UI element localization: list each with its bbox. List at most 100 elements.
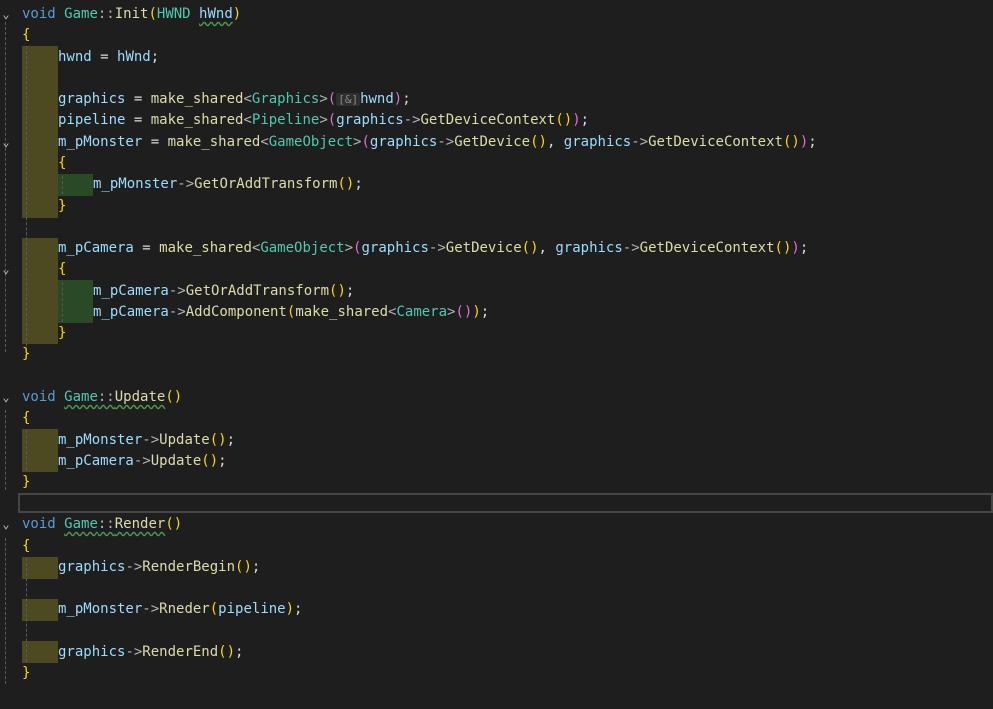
code-line[interactable]: m_pCamera->Update(); <box>0 451 993 472</box>
code-token: = <box>91 49 118 65</box>
code-token: Rneder <box>159 601 210 617</box>
code-text: void Game::Update() <box>22 387 182 408</box>
code-line[interactable]: ⌄ m_pMonster = make_shared<GameObject>(gr… <box>0 132 993 153</box>
code-token: = <box>125 91 151 107</box>
code-token: Graphics <box>251 91 320 107</box>
code-text: void Game::Render() <box>22 514 182 535</box>
code-line[interactable]: { <box>0 25 993 46</box>
code-line[interactable] <box>0 621 993 642</box>
code-line[interactable]: graphics->RenderEnd(); <box>0 642 993 663</box>
code-token: -> <box>168 304 186 320</box>
code-text: void Game::Init(HWND hWnd) <box>22 4 241 25</box>
code-line[interactable]: m_pMonster->Rneder(pipeline); <box>0 599 993 620</box>
code-line[interactable]: pipeline = make_shared<Pipeline>(graphic… <box>0 110 993 131</box>
code-token: () <box>530 134 547 150</box>
current-line[interactable] <box>18 493 993 513</box>
code-editor[interactable]: ⌄ void Game::Init(HWND hWnd){hwnd = hWnd;… <box>0 0 993 709</box>
code-token: m_pCamera <box>58 240 134 256</box>
code-token: :: <box>97 389 115 405</box>
code-token: ; <box>402 91 411 107</box>
code-line[interactable]: { <box>0 536 993 557</box>
code-line[interactable]: hwnd = hWnd; <box>0 47 993 68</box>
code-token: ; <box>580 112 590 128</box>
code-text: { <box>58 259 66 280</box>
code-token: make_shared <box>295 304 389 320</box>
code-line[interactable] <box>0 578 993 599</box>
code-token: GetDevice <box>445 240 522 256</box>
code-line[interactable] <box>0 366 993 387</box>
code-token: { <box>22 410 31 426</box>
code-line[interactable] <box>0 217 993 238</box>
code-token: ; <box>294 601 303 617</box>
code-line[interactable]: m_pCamera->GetOrAddTransform(); <box>0 281 993 302</box>
code-token: () <box>782 134 800 150</box>
code-token: } <box>58 325 67 341</box>
code-token: Game <box>64 6 98 22</box>
code-token: RenderBegin <box>142 559 236 575</box>
code-token: Camera <box>396 304 448 320</box>
code-line[interactable]: m_pCamera = make_shared<GameObject>(grap… <box>0 238 993 259</box>
code-text: graphics->RenderEnd(); <box>58 642 243 663</box>
code-token: hwnd <box>360 91 394 107</box>
code-token: make_shared <box>159 240 252 256</box>
code-line[interactable]: ⌄{ <box>0 259 993 280</box>
code-text: m_pMonster = make_shared<GameObject>(gra… <box>58 132 817 153</box>
code-line[interactable]: } <box>0 344 993 365</box>
code-token: ( <box>327 91 337 107</box>
code-token: -> <box>125 559 143 575</box>
code-token: make_shared <box>150 112 244 128</box>
code-token: ( <box>327 112 337 128</box>
code-line[interactable]: ⌄ void Game::Render() <box>0 514 993 535</box>
code-text: } <box>22 663 30 684</box>
code-token: GetDeviceContext <box>420 112 556 128</box>
code-token: ) <box>572 112 581 128</box>
code-token: > <box>319 112 328 128</box>
code-line[interactable]: } <box>0 663 993 684</box>
code-line[interactable]: graphics->RenderBegin(); <box>0 557 993 578</box>
code-token: ( <box>148 6 157 22</box>
fold-chevron-icon[interactable]: ⌄ <box>0 132 12 153</box>
code-token: -> <box>168 283 186 299</box>
code-token: () <box>165 516 183 532</box>
code-token: ) <box>799 134 809 150</box>
code-line[interactable]: ⌄ void Game::Init(HWND hWnd) <box>0 4 993 25</box>
code-line[interactable] <box>0 68 993 89</box>
code-token: -> <box>622 240 640 256</box>
code-line[interactable]: ⌄ void Game::Update() <box>0 387 993 408</box>
code-line[interactable]: { <box>0 408 993 429</box>
code-token: () <box>235 559 252 575</box>
code-line[interactable]: m_pMonster->GetOrAddTransform(); <box>0 174 993 195</box>
code-token: -> <box>142 601 160 617</box>
code-token: Render <box>114 516 166 532</box>
code-line[interactable]: m_pMonster->Update(); <box>0 430 993 451</box>
code-token: graphics <box>58 559 126 575</box>
code-token: } <box>22 665 31 681</box>
code-token: { <box>22 27 31 43</box>
code-token: Init <box>114 6 149 22</box>
code-token: -> <box>133 453 151 469</box>
fold-chevron-icon[interactable]: ⌄ <box>0 514 12 535</box>
code-line[interactable]: } <box>0 472 993 493</box>
code-text: m_pMonster->Update(); <box>58 430 235 451</box>
code-token: AddComponent <box>185 304 287 320</box>
code-token: = <box>142 134 168 150</box>
code-line[interactable]: graphics = make_shared<Graphics>([&] hwnd… <box>0 89 993 110</box>
code-token: graphics <box>58 644 126 660</box>
code-token: () <box>218 644 236 660</box>
fold-chevron-icon[interactable]: ⌄ <box>0 4 12 25</box>
code-token: { <box>58 155 67 171</box>
code-line[interactable]: } <box>0 323 993 344</box>
fold-chevron-icon[interactable]: ⌄ <box>0 259 12 280</box>
code-line[interactable]: } <box>0 196 993 217</box>
code-line[interactable]: { <box>0 153 993 174</box>
code-token: Pipeline <box>251 112 320 128</box>
code-token: = <box>125 112 151 128</box>
code-token: m_pCamera <box>93 283 169 299</box>
code-line[interactable]: m_pCamera->AddComponent(make_shared<Came… <box>0 302 993 323</box>
code-token: } <box>58 198 67 214</box>
code-token: make_shared <box>167 134 261 150</box>
code-text: { <box>58 153 66 174</box>
code-token: < <box>260 134 269 150</box>
fold-chevron-icon[interactable]: ⌄ <box>0 387 12 408</box>
code-token: GetDeviceContext <box>639 240 775 256</box>
